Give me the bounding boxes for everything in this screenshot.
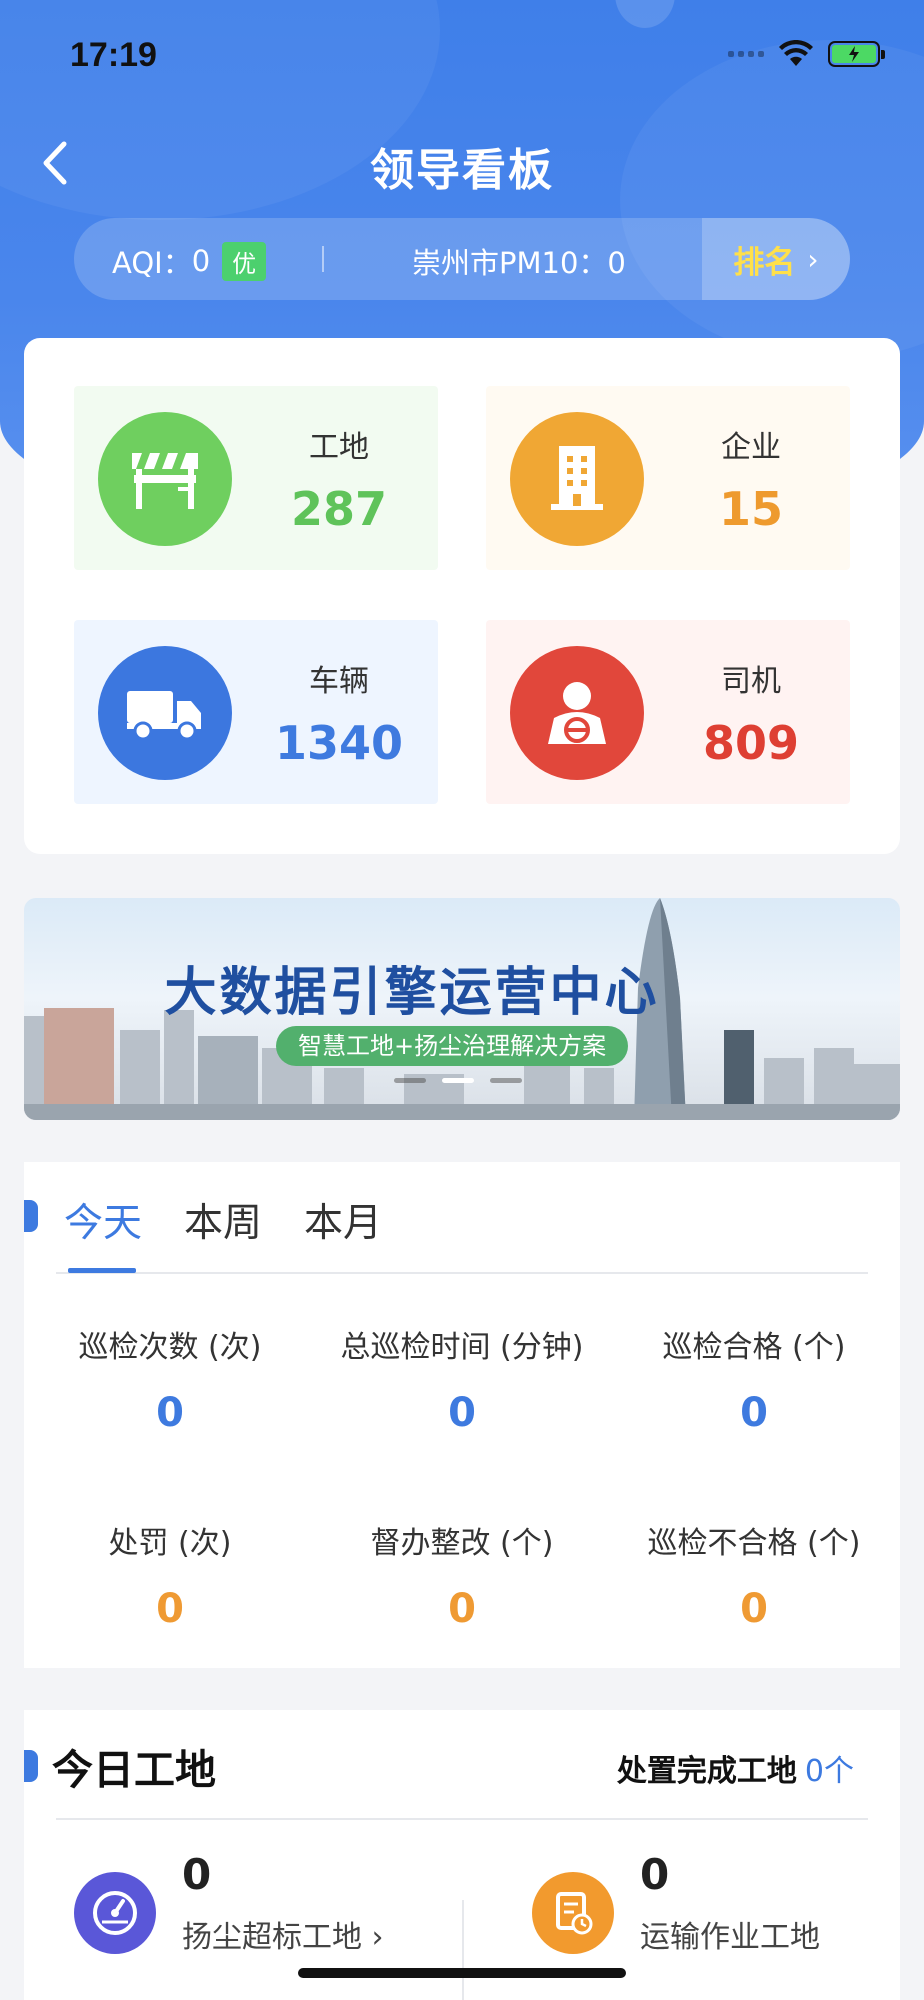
aqi-level-badge: 优 (222, 241, 267, 281)
driver-icon (510, 646, 644, 780)
stat-value: 809 (702, 716, 800, 770)
stat-vehicles[interactable]: 车辆 1340 (74, 620, 438, 804)
gauge-icon (74, 1872, 156, 1954)
completed-sites-link[interactable]: 处置完成工地 0个 (617, 1746, 854, 1790)
banner-subtitle: 智慧工地+扬尘治理解决方案 (276, 1026, 629, 1066)
metric-label: 巡检次数 (次) (78, 1330, 262, 1365)
stat-value: 15 (718, 482, 783, 536)
tab-this-week[interactable]: 本周 (184, 1192, 262, 1248)
overview-stats-card: 工地 287 企业 15 车辆 1340 司机 809 (24, 338, 900, 854)
aqi-value: 0 (191, 244, 211, 278)
cellular-signal-icon (728, 51, 764, 57)
metric-inspection-count[interactable]: 巡检次数 (次) 0 (24, 1322, 316, 1436)
aqi-label: AQI： (112, 246, 192, 280)
stat-value: 1340 (274, 716, 404, 770)
construction-site-icon (98, 412, 232, 546)
metric-inspection-passed[interactable]: 巡检合格 (个) 0 (608, 1322, 900, 1436)
home-indicator[interactable] (298, 1968, 626, 1978)
stat-value: 287 (290, 482, 388, 536)
tab-this-month[interactable]: 本月 (304, 1192, 382, 1248)
status-time: 17:19 (70, 36, 157, 74)
pm10-label: 崇州市PM10： (412, 246, 608, 280)
metric-label: 巡检不合格 (个) (647, 1526, 861, 1561)
metric-label: 总巡检时间 (分钟) (340, 1330, 584, 1365)
status-bar: 17:19 (0, 0, 924, 110)
ranking-label: 排名 (733, 244, 796, 281)
pm10-value: 0 (607, 246, 626, 280)
carousel-dot-active[interactable] (442, 1078, 474, 1083)
today-sites-card: 今日工地 处置完成工地 0个 0 扬尘超标工地 › 0 运输作业工地 (24, 1710, 900, 2000)
tab-today[interactable]: 今天 (64, 1192, 142, 1248)
metric-inspection-failed[interactable]: 巡检不合格 (个) 0 (608, 1518, 900, 1632)
metric-value: 0 (448, 1586, 476, 1632)
section-marker (24, 1750, 38, 1782)
divider (56, 1272, 868, 1274)
metric-penalties[interactable]: 处罚 (次) 0 (24, 1518, 316, 1632)
stat-drivers[interactable]: 司机 809 (486, 620, 850, 804)
stat-label: 车辆 (309, 664, 369, 699)
today-item-value: 0 (640, 1850, 670, 1899)
battery-icon (828, 41, 885, 67)
metric-value: 0 (156, 1390, 184, 1436)
carousel-indicator[interactable] (394, 1078, 522, 1083)
page-title: 领导看板 (370, 145, 554, 196)
active-tab-indicator (68, 1268, 136, 1273)
ranking-button[interactable]: 排名 › (702, 218, 850, 300)
status-icons (728, 40, 885, 68)
completed-sites-label: 处置完成工地 (616, 1754, 797, 1789)
inspection-stats-card: 今天 本周 本月 巡检次数 (次) 0 总巡检时间 (分钟) 0 巡检合格 (个… (24, 1162, 900, 1668)
truck-icon (98, 646, 232, 780)
stat-label: 工地 (309, 430, 369, 465)
completed-sites-value: 0个 (804, 1754, 854, 1789)
stat-construction-sites[interactable]: 工地 287 (74, 386, 438, 570)
metric-label: 处罚 (次) (108, 1526, 232, 1561)
pm10-readout: 崇州市PM10：0 (412, 240, 626, 282)
stat-enterprises[interactable]: 企业 15 (486, 386, 850, 570)
banner-title: 大数据引擎运营中心 (164, 963, 660, 1023)
aqi-readout: AQI： 0 优 (112, 240, 267, 282)
divider (56, 1818, 868, 1820)
section-title: 今日工地 (52, 1746, 216, 1794)
metric-total-inspection-time[interactable]: 总巡检时间 (分钟) 0 (316, 1322, 608, 1436)
stat-label: 司机 (721, 664, 781, 699)
metric-value: 0 (740, 1390, 768, 1436)
today-item-label: 运输作业工地 (640, 1920, 820, 1955)
today-item-value: 0 (182, 1850, 212, 1899)
metric-value: 0 (448, 1390, 476, 1436)
period-tabs: 今天 本周 本月 (64, 1192, 382, 1248)
wifi-icon (779, 40, 813, 66)
metric-label: 巡检合格 (个) (662, 1330, 846, 1365)
today-item-label: 扬尘超标工地 › (182, 1920, 384, 1955)
aqi-bar: AQI： 0 优 崇州市PM10：0 排名 › (74, 218, 850, 300)
stat-label: 企业 (721, 430, 781, 465)
metric-value: 0 (156, 1586, 184, 1632)
carousel-dot[interactable] (490, 1078, 522, 1083)
nav-bar: 领导看板 (0, 120, 924, 206)
transport-doc-icon (532, 1872, 614, 1954)
building-icon (510, 412, 644, 546)
section-marker (24, 1200, 38, 1232)
metric-value: 0 (740, 1586, 768, 1632)
carousel-dot[interactable] (394, 1078, 426, 1083)
divider (322, 246, 324, 272)
metric-label: 督办整改 (个) (370, 1526, 554, 1561)
chevron-right-icon: › (807, 242, 819, 276)
metric-supervised-rectification[interactable]: 督办整改 (个) 0 (316, 1518, 608, 1632)
promo-banner[interactable]: 大数据引擎运营中心 智慧工地+扬尘治理解决方案 (24, 898, 900, 1120)
divider (462, 1900, 464, 2000)
